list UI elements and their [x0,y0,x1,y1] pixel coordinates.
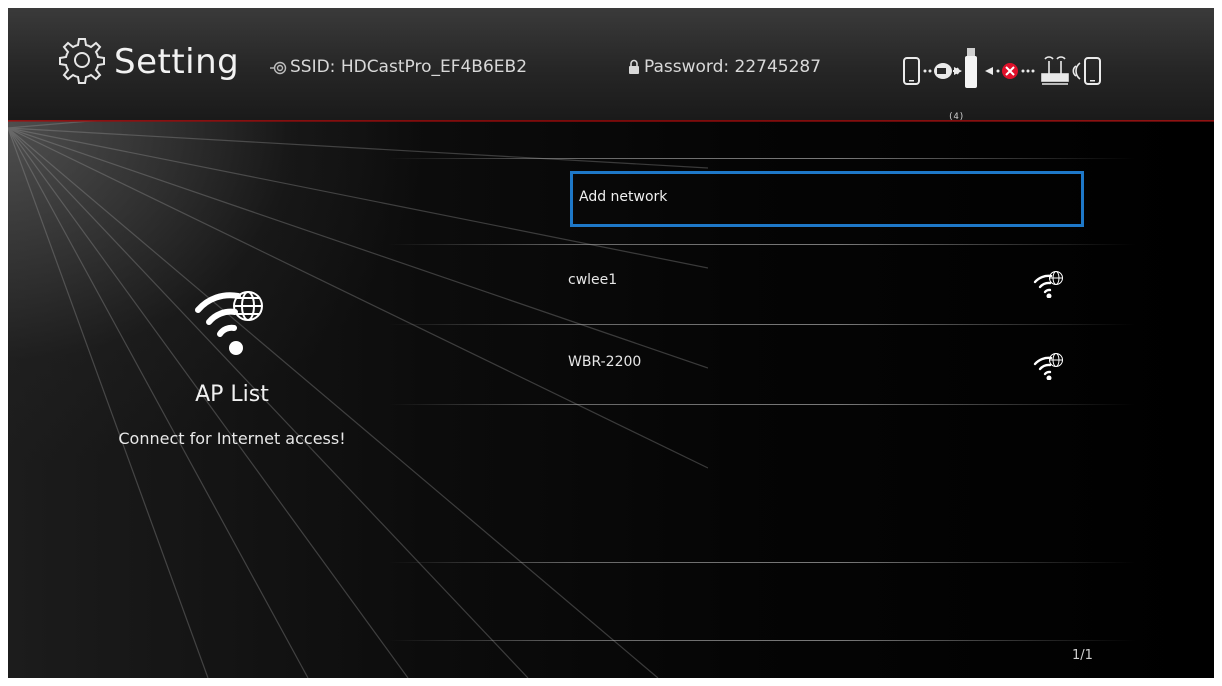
ap-list-subtitle: Connect for Internet access! [118,429,346,448]
wifi-ssid-icon [270,61,287,75]
list-separator [388,158,1136,159]
list-item[interactable]: cwlee1 [562,256,1132,312]
network-name: WBR-2200 [568,354,642,370]
list-separator [388,562,1136,563]
adapter-icon [934,63,952,79]
wifi-globe-icon [1033,271,1063,298]
disconnected-icon [1002,63,1018,79]
list-separator [388,404,1136,405]
list-separator [388,244,1136,245]
hdcast-stick-icon [965,48,977,88]
connection-status-diagram [903,48,1101,88]
ssid-text: SSID: HDCastPro_EF4B6EB2 [290,57,528,77]
page-indicator: 1/1 [1072,648,1093,663]
wifi-globe-icon [1033,353,1063,380]
gear-icon [59,38,105,84]
wifi-globe-icon [195,291,263,355]
list-separator [388,324,1136,325]
router-icon [1041,56,1069,85]
page-title: Setting [114,42,240,82]
list-item[interactable]: WBR-2200 [562,338,1132,394]
network-name: cwlee1 [568,272,618,288]
lock-icon [629,59,639,74]
add-network-label: Add network [579,189,668,205]
list-separator [388,640,1136,641]
header-divider [8,120,1214,122]
phone-icon [1084,57,1101,85]
phone-icon [903,57,920,85]
add-network-button[interactable]: Add network [570,171,1084,227]
tv-screen: Setting SSID: HDCastPro_EF4B6EB2 Passwor… [8,8,1214,678]
password-text: Password: 22745287 [644,57,822,77]
header-bar: Setting SSID: HDCastPro_EF4B6EB2 Passwor… [8,8,1214,122]
